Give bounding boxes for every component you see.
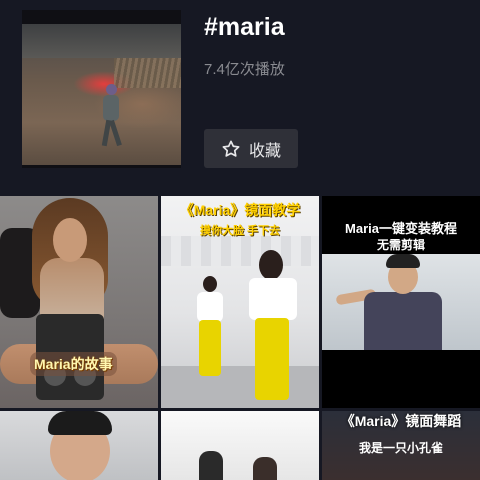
video-thumbnail-5[interactable]	[161, 411, 319, 480]
video-thumbnail-6[interactable]: 《Maria》镜面舞蹈 我是一只小孔雀	[322, 411, 480, 480]
dancer	[243, 250, 303, 400]
video-thumbnail-2[interactable]: 《Maria》镜面教学 摸你大脸 手下去	[161, 196, 319, 408]
dancer	[191, 276, 231, 386]
video-subcaption: 我是一只小孔雀	[358, 441, 443, 455]
hashtag-header: #maria 7.4亿次播放 收藏	[0, 0, 480, 192]
favorite-button[interactable]: 收藏	[204, 129, 298, 168]
video-caption: 《Maria》镜面舞蹈	[340, 413, 462, 429]
video-thumbnail-3[interactable]: Maria一键变装教程 无需剪辑	[322, 196, 480, 408]
video-caption: 《Maria》镜面教学	[179, 202, 301, 218]
favorite-label: 收藏	[248, 142, 281, 160]
video-caption: Maria的故事	[30, 352, 117, 376]
play-count: 7.4亿次播放	[204, 61, 285, 78]
hashtag-title: #maria	[204, 13, 285, 41]
video-thumbnail-4[interactable]	[0, 411, 158, 480]
video-grid: Maria的故事 《Maria》镜面教学 摸你大脸 手下去 Maria一键变装教…	[0, 196, 480, 480]
video-subcaption: 无需剪辑	[376, 238, 425, 252]
star-outline-icon	[222, 140, 240, 157]
video-caption: Maria一键变装教程	[345, 221, 457, 236]
video-subcaption: 摸你大脸 手下去	[199, 225, 281, 237]
hashtag-cover-image[interactable]	[22, 10, 181, 168]
video-thumbnail-1[interactable]: Maria的故事	[0, 196, 158, 408]
game-character	[98, 84, 124, 148]
